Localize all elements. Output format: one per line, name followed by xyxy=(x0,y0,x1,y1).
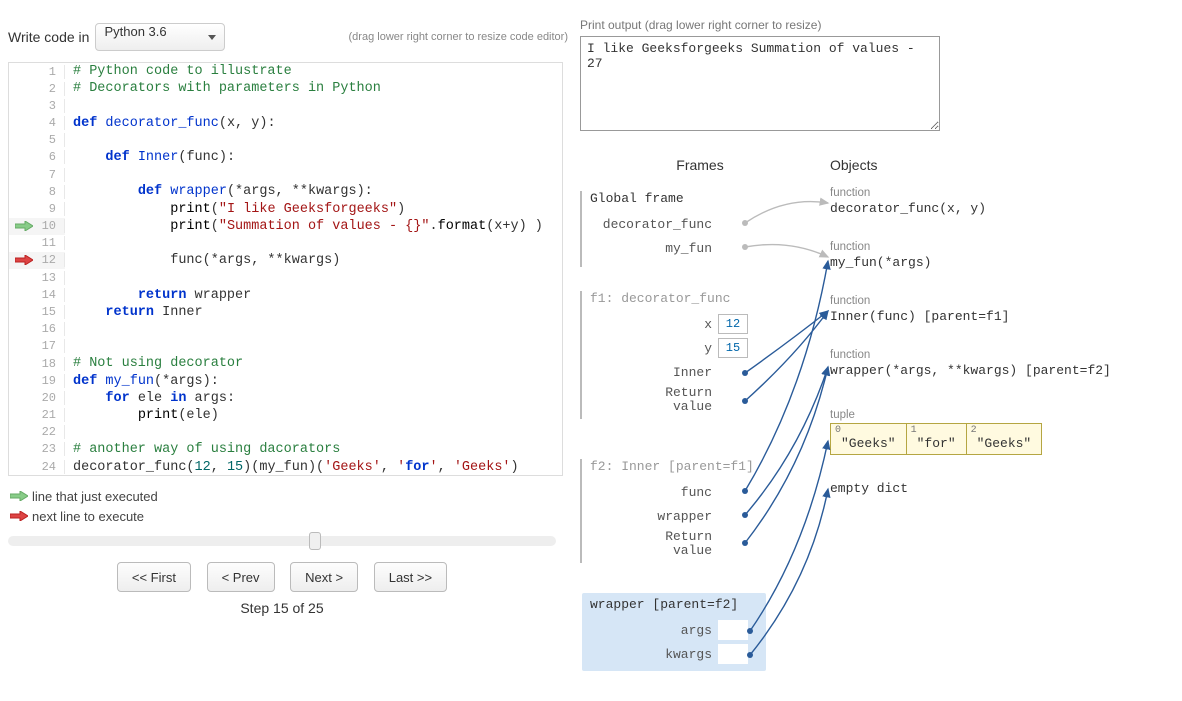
next-arrow-icon xyxy=(10,511,28,521)
line-number: 22 xyxy=(37,425,65,439)
first-button[interactable]: << First xyxy=(117,562,191,592)
line-number: 6 xyxy=(37,150,65,164)
line-number: 16 xyxy=(37,322,65,336)
slider-thumb[interactable] xyxy=(309,532,321,550)
line-number: 5 xyxy=(37,133,65,147)
next-line-arrow xyxy=(9,253,37,268)
language-value: Python 3.6 xyxy=(104,24,166,39)
legend-executed-label: line that just executed xyxy=(32,489,158,504)
line-number: 9 xyxy=(37,202,65,216)
code-editor[interactable]: 123456789101112131415161718192021222324 … xyxy=(8,62,563,476)
frame-f2: f2: Inner [parent=f1] func wrapper Retur… xyxy=(588,459,766,563)
line-number: 8 xyxy=(37,185,65,199)
obj-tuple: tuple 0 1 2 "Geeks" "for" "Geeks" xyxy=(830,409,1042,455)
frame-wrapper-title: wrapper [parent=f2] xyxy=(588,597,760,612)
val-x: 12 xyxy=(718,314,748,334)
var-return-f2: Return value xyxy=(588,530,718,558)
step-indicator: Step 15 of 25 xyxy=(8,600,556,616)
write-code-label: Write code in xyxy=(8,29,89,45)
frame-wrapper: wrapper [parent=f2] args kwargs xyxy=(582,593,766,671)
line-number: 20 xyxy=(37,391,65,405)
obj-my-fun: function my_fun(*args) xyxy=(830,241,931,270)
line-number: 7 xyxy=(37,168,65,182)
editor-resize-hint: (drag lower right corner to resize code … xyxy=(225,31,568,43)
frame-f1-title: f1: decorator_func xyxy=(588,291,766,306)
line-number: 3 xyxy=(37,99,65,113)
var-args: args xyxy=(588,623,718,638)
val-y: 15 xyxy=(718,338,748,358)
line-number: 14 xyxy=(37,288,65,302)
line-number: 18 xyxy=(37,357,65,371)
line-number: 21 xyxy=(37,408,65,422)
executed-line-arrow xyxy=(9,219,37,234)
execution-legend: line that just executed next line to exe… xyxy=(8,486,568,526)
line-number: 17 xyxy=(37,339,65,353)
output-label: Print output (drag lower right corner to… xyxy=(580,18,1170,32)
line-number: 2 xyxy=(37,82,65,96)
var-inner: Inner xyxy=(588,365,718,380)
var-wrapper: wrapper xyxy=(588,509,718,524)
frame-f2-title: f2: Inner [parent=f1] xyxy=(588,459,766,474)
line-number: 23 xyxy=(37,442,65,456)
line-number: 19 xyxy=(37,374,65,388)
var-y: y xyxy=(588,341,718,356)
var-kwargs: kwargs xyxy=(588,647,718,662)
var-decorator_func: decorator_func xyxy=(588,217,718,232)
legend-next-label: next line to execute xyxy=(32,509,144,524)
line-number: 12 xyxy=(37,253,65,267)
frame-global: Global frame decorator_func my_fun xyxy=(588,191,766,267)
output-box[interactable]: I like Geeksforgeeks Summation of values… xyxy=(580,36,940,131)
obj-wrapper: function wrapper(*args, **kwargs) [paren… xyxy=(830,349,1111,378)
step-slider[interactable] xyxy=(8,536,556,546)
var-func: func xyxy=(588,485,718,500)
line-number: 24 xyxy=(37,460,65,474)
frames-header: Frames xyxy=(580,157,820,173)
objects-header: Objects xyxy=(820,157,1020,173)
line-number: 1 xyxy=(37,65,65,79)
frame-global-title: Global frame xyxy=(588,191,766,206)
last-button[interactable]: Last >> xyxy=(374,562,447,592)
var-x: x xyxy=(588,317,718,332)
next-button[interactable]: Next > xyxy=(290,562,358,592)
language-select[interactable]: Python 3.6 xyxy=(95,23,225,51)
frame-f1: f1: decorator_func x12 y15 Inner Return … xyxy=(588,291,766,419)
var-return-f1: Return value xyxy=(588,386,718,414)
prev-button[interactable]: < Prev xyxy=(207,562,275,592)
obj-inner: function Inner(func) [parent=f1] xyxy=(830,295,1009,324)
line-number: 15 xyxy=(37,305,65,319)
var-my_fun: my_fun xyxy=(588,241,718,256)
line-number: 11 xyxy=(37,236,65,250)
line-number: 10 xyxy=(37,219,65,233)
obj-decorator-func: function decorator_func(x, y) xyxy=(830,187,986,216)
obj-empty-dict: empty dict xyxy=(830,481,908,496)
line-number: 13 xyxy=(37,271,65,285)
line-number: 4 xyxy=(37,116,65,130)
executed-arrow-icon xyxy=(10,491,28,501)
